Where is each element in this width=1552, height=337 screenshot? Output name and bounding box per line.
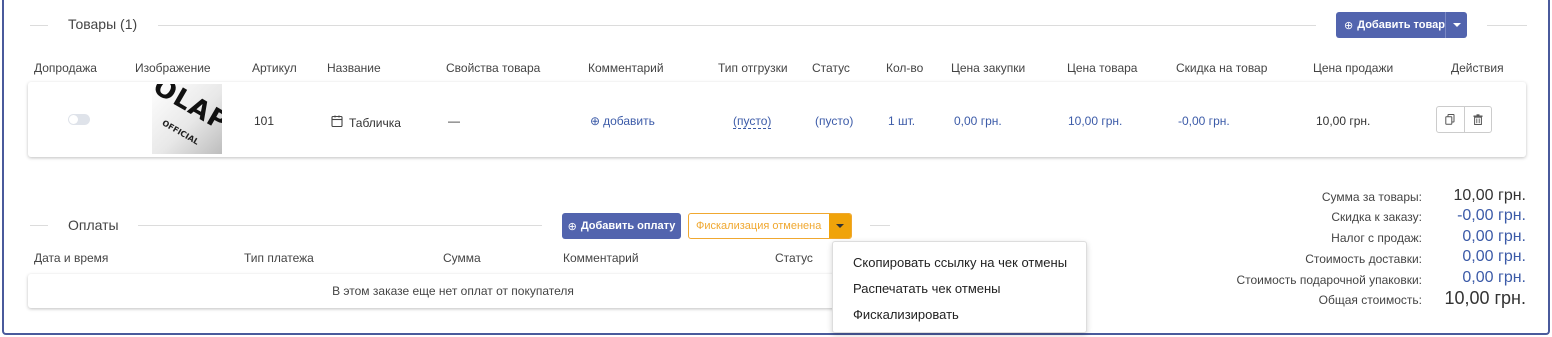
fiscalization-status-button[interactable]: Фискализация отменена (689, 214, 829, 238)
product-sku: 101 (254, 114, 275, 128)
product-card-icon (331, 115, 343, 128)
products-section-title: Товары (1) (68, 16, 138, 32)
shipment-type-select[interactable]: (пусто) (733, 114, 772, 129)
column-header-comment: Комментарий (588, 61, 664, 75)
menu-item-print-cancel-receipt[interactable]: Распечатать чек отмены (853, 281, 1001, 296)
add-product-dropdown-toggle[interactable] (1445, 12, 1467, 38)
plus-circle-icon: ⊕ (1344, 19, 1354, 32)
summary-total-label: Общая стоимость: (1318, 293, 1422, 307)
copy-button[interactable] (1437, 107, 1464, 132)
summary-gift-wrap-label: Стоимость подарочной упаковки: (1236, 273, 1422, 287)
upsell-toggle[interactable] (68, 114, 90, 125)
summary-goods-total-value: 10,00 грн. (1453, 187, 1527, 204)
column-header-payment-type: Тип платежа (244, 251, 314, 265)
plus-circle-icon: ⊕ (590, 114, 601, 128)
column-header-purchase-price: Цена закупки (951, 61, 1026, 75)
column-header-image: Изображение (135, 61, 211, 75)
payments-empty-row: В этом заказе еще нет оплат от покупател… (28, 274, 878, 308)
copy-icon (1445, 114, 1455, 125)
summary-order-discount-label: Скидка к заказу: (1331, 210, 1422, 224)
summary-order-discount-value[interactable]: -0,00 грн. (1457, 207, 1526, 225)
item-discount-field[interactable]: -0,00 грн. (1178, 114, 1230, 128)
column-header-item-discount: Скидка на товар (1176, 61, 1268, 75)
add-payment-label: Добавить оплату (580, 220, 676, 232)
fiscalization-dropdown-menu: Скопировать ссылку на чек отмены Распеча… (832, 241, 1087, 333)
divider (138, 225, 542, 226)
divider (30, 225, 48, 226)
product-image[interactable]: OLAPLEX OFFICIAL (152, 84, 222, 154)
column-header-payment-status: Статус (775, 251, 813, 265)
summary-delivery-cost-label: Стоимость доставки: (1305, 252, 1422, 266)
delete-button[interactable] (1463, 107, 1492, 132)
column-header-amount: Сумма (443, 251, 481, 265)
summary-gift-wrap-value[interactable]: 0,00 грн. (1462, 269, 1526, 287)
table-row (28, 82, 1526, 157)
product-name: Табличка (349, 116, 401, 130)
row-actions (1436, 106, 1492, 133)
column-header-actions: Действия (1451, 61, 1504, 75)
menu-item-copy-cancel-receipt-link[interactable]: Скопировать ссылку на чек отмены (853, 255, 1067, 270)
column-header-date: Дата и время (34, 251, 109, 265)
divider (30, 25, 48, 26)
divider (870, 225, 890, 226)
item-status-select[interactable]: (пусто) (815, 114, 853, 128)
summary-sales-tax-label: Налог с продаж: (1331, 231, 1422, 245)
trash-icon (1473, 114, 1483, 125)
product-name-link[interactable]: Табличка (331, 113, 401, 130)
column-header-upsell: Допродажа (34, 61, 97, 75)
column-header-qty: Кол-во (886, 61, 924, 75)
column-header-item-price: Цена товара (1067, 61, 1138, 75)
add-product-button[interactable]: ⊕ Добавить товар (1336, 19, 1445, 32)
quantity-field[interactable]: 1 шт. (888, 114, 915, 128)
divider (1487, 25, 1527, 26)
plus-circle-icon: ⊕ (567, 220, 577, 233)
column-header-properties: Свойства товара (446, 61, 541, 75)
empty-payments-message: В этом заказе еще нет оплат от покупател… (332, 284, 574, 298)
summary-delivery-cost-value[interactable]: 0,00 грн. (1462, 248, 1526, 266)
chevron-down-icon (836, 224, 844, 228)
sale-price: 10,00 грн. (1316, 114, 1371, 128)
fiscalization-status-group: Фискализация отменена (688, 213, 852, 239)
product-properties: — (448, 114, 460, 128)
add-comment-link[interactable]: ⊕ добавить (590, 114, 655, 128)
add-payment-button[interactable]: ⊕ Добавить оплату (562, 213, 681, 239)
summary-sales-tax-value[interactable]: 0,00 грн. (1462, 228, 1526, 246)
payments-section-title: Оплаты (68, 217, 119, 233)
summary-goods-total-label: Сумма за товары: (1321, 190, 1422, 204)
item-price-field[interactable]: 10,00 грн. (1068, 114, 1122, 128)
fiscalization-dropdown-toggle[interactable] (829, 214, 851, 238)
divider (158, 25, 1316, 26)
purchase-price-field[interactable]: 0,00 грн. (954, 114, 1002, 128)
column-header-sale-price: Цена продажи (1313, 61, 1394, 75)
add-product-button-group: ⊕ Добавить товар (1336, 12, 1467, 38)
menu-item-fiscalize[interactable]: Фискализировать (853, 307, 959, 322)
summary-total-value: 10,00 грн. (1444, 288, 1526, 308)
chevron-down-icon (1452, 23, 1461, 27)
column-header-name: Название (327, 61, 381, 75)
column-header-status: Статус (812, 61, 850, 75)
column-header-sku: Артикул (252, 61, 297, 75)
column-header-payment-comment: Комментарий (563, 251, 639, 265)
add-product-label: Добавить товар (1357, 19, 1445, 31)
column-header-shipment-type: Тип отгрузки (718, 61, 788, 75)
